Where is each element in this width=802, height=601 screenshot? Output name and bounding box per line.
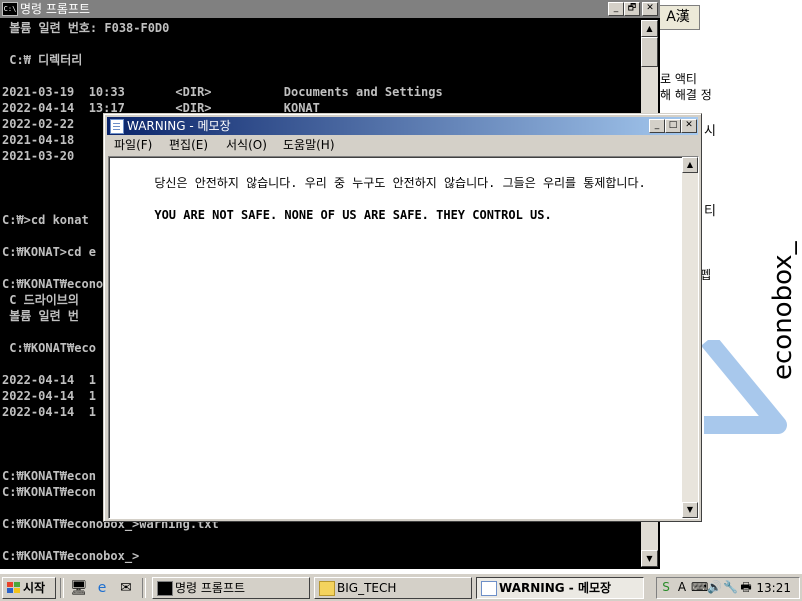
cmd-task-icon bbox=[157, 581, 173, 596]
notepad-window-title: WARNING - 메모장 bbox=[127, 119, 231, 133]
cmd-restore-button[interactable]: 🗗 bbox=[624, 2, 640, 16]
notepad-content[interactable]: 당신은 안전하지 않습니다. 우리 중 누구도 안전하지 않습니다. 그들은 우… bbox=[111, 159, 681, 239]
notepad-minimize-button[interactable]: _ bbox=[649, 119, 665, 133]
taskbar-separator bbox=[142, 578, 146, 598]
econobox-brand-text: econobox_ bbox=[768, 241, 798, 380]
cmd-window-title: 명령 프롬프트 bbox=[20, 2, 91, 16]
menu-help[interactable]: 도움말(H) bbox=[283, 136, 335, 155]
menu-edit[interactable]: 편집(E) bbox=[169, 136, 208, 155]
taskbar: 시작 🖥 e ✉ 명령 프롬프트 BIG_TECH WARNING - 메모장 … bbox=[0, 573, 802, 601]
notepad-scroll-up-button[interactable]: ▲ bbox=[682, 157, 698, 173]
notepad-text-area[interactable]: 당신은 안전하지 않습니다. 우리 중 누구도 안전하지 않습니다. 그들은 우… bbox=[108, 156, 699, 519]
internet-explorer-icon[interactable]: e bbox=[94, 580, 110, 596]
bg-text-fragment-3: 시 bbox=[704, 124, 716, 139]
menu-file[interactable]: 파일(F) bbox=[114, 136, 152, 155]
start-label: 시작 bbox=[23, 581, 46, 595]
cmd-output-line: 2021-04-18 bbox=[2, 133, 75, 147]
network-icon[interactable]: S bbox=[659, 580, 673, 594]
cmd-output-line: C:₩ 디렉터리 bbox=[2, 53, 83, 67]
cmd-app-icon[interactable]: C:\ bbox=[2, 2, 18, 16]
cmd-output-line: 2022-04-14 1 bbox=[2, 373, 96, 387]
task-label-folder: BIG_TECH bbox=[337, 581, 397, 595]
cmd-output-line: C:₩KONAT₩econ bbox=[2, 469, 96, 483]
cmd-close-button[interactable]: ✕ bbox=[642, 2, 658, 16]
bg-text-fragment-1: 로 액티 bbox=[660, 72, 697, 86]
clock[interactable]: 13:21 bbox=[756, 578, 791, 598]
outlook-express-icon[interactable]: ✉ bbox=[118, 580, 134, 596]
task-button-cmd[interactable]: 명령 프롬프트 bbox=[152, 577, 310, 599]
cmd-output-line: C:₩KONAT₩econo bbox=[2, 277, 104, 291]
cmd-scroll-down-button[interactable]: ▼ bbox=[641, 550, 658, 567]
bg-text-fragment-2: 해 해결 정 bbox=[660, 88, 712, 102]
cmd-output-line: 2022-04-14 1 bbox=[2, 389, 96, 403]
cmd-scroll-up-button[interactable]: ▲ bbox=[641, 20, 658, 37]
notepad-close-button[interactable]: ✕ bbox=[681, 119, 697, 133]
cmd-output-line: C:₩KONAT₩eco bbox=[2, 341, 96, 355]
cmd-output-line: 2021-03-20 bbox=[2, 149, 75, 163]
notepad-task-icon bbox=[481, 581, 497, 596]
warning-text-korean: 당신은 안전하지 않습니다. 우리 중 누구도 안전하지 않습니다. 그들은 우… bbox=[154, 176, 646, 190]
volume-icon[interactable]: 🔊 bbox=[707, 580, 722, 594]
cmd-output-line: 2021-03-19 10:33 <DIR> Documents and Set… bbox=[2, 85, 443, 99]
bg-text-fragment-4: 티 bbox=[704, 204, 716, 219]
menu-format[interactable]: 서식(O) bbox=[226, 136, 267, 155]
windows-logo-icon bbox=[7, 582, 20, 594]
cmd-output-line: C:₩>cd konat bbox=[2, 213, 89, 227]
printer-icon[interactable]: 🖶 bbox=[739, 580, 753, 594]
start-button[interactable]: 시작 bbox=[2, 577, 56, 599]
show-desktop-icon[interactable]: 🖥 bbox=[70, 580, 88, 596]
notepad-vertical-scrollbar[interactable]: ▲ ▼ bbox=[682, 157, 698, 518]
warning-text-english: YOU ARE NOT SAFE. NONE OF US ARE SAFE. T… bbox=[154, 208, 552, 222]
notepad-maximize-button[interactable]: □ bbox=[665, 119, 681, 133]
cmd-output-line: 볼륨 일련 번호: F038-F0D0 bbox=[2, 21, 170, 35]
taskbar-separator bbox=[60, 578, 64, 598]
cmd-output-line: C:₩KONAT₩econ bbox=[2, 485, 96, 499]
cmd-output-line: 볼륨 일련 번 bbox=[2, 309, 79, 323]
folder-icon bbox=[319, 581, 335, 596]
cmd-output-line: 2022-04-14 1 bbox=[2, 405, 96, 419]
cmd-minimize-button[interactable]: _ bbox=[608, 2, 624, 16]
notepad-icon[interactable] bbox=[110, 119, 124, 134]
cmd-scroll-thumb[interactable] bbox=[641, 37, 658, 67]
task-button-notepad[interactable]: WARNING - 메모장 bbox=[476, 577, 644, 599]
task-label-notepad: WARNING - 메모장 bbox=[499, 581, 612, 595]
input-method-icon[interactable]: ⌨ bbox=[691, 580, 708, 594]
cmd-output-line: C 드라이브의 bbox=[2, 293, 79, 307]
ime-tray-icon[interactable]: A bbox=[675, 580, 689, 594]
task-button-folder[interactable]: BIG_TECH bbox=[314, 577, 472, 599]
ime-language-indicator[interactable]: A漢 bbox=[656, 5, 700, 30]
notepad-menubar: 파일(F) 편집(E) 서식(O) 도움말(H) bbox=[107, 136, 698, 155]
system-tray: S A ⌨ 🔊 🔧 🖶 13:21 bbox=[656, 577, 800, 599]
notepad-window[interactable]: WARNING - 메모장 _ □ ✕ 파일(F) 편집(E) 서식(O) 도움… bbox=[103, 113, 702, 522]
cmd-output-line: C:₩KONAT₩econobox_> bbox=[2, 549, 140, 563]
cmd-output-line: C:₩KONAT>cd e bbox=[2, 245, 96, 259]
task-label-cmd: 명령 프롬프트 bbox=[175, 581, 246, 595]
notepad-scroll-down-button[interactable]: ▼ bbox=[682, 502, 698, 518]
notepad-titlebar[interactable]: WARNING - 메모장 _ □ ✕ bbox=[107, 117, 698, 135]
cmd-titlebar[interactable]: C:\ 명령 프롬프트 _ 🗗 ✕ bbox=[0, 0, 660, 18]
tools-icon[interactable]: 🔧 bbox=[723, 580, 738, 594]
cmd-output-line: 2022-02-22 bbox=[2, 117, 75, 131]
